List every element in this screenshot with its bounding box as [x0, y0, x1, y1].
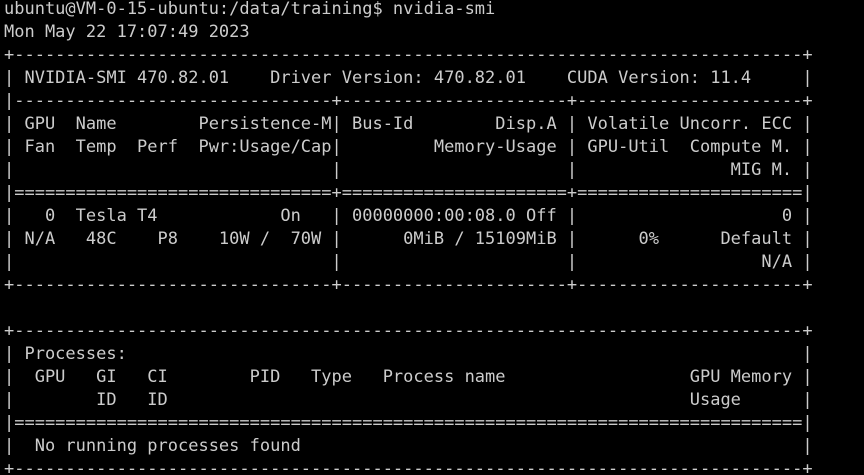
gpu-table-bottom: +-------------------------------+-------…	[4, 275, 813, 295]
timestamp-line: Mon May 22 17:07:49 2023	[4, 22, 250, 42]
processes-title: | Processes: |	[4, 344, 813, 364]
gpu-header-separator: |===============================+=======…	[4, 183, 813, 203]
no-processes-message: | No running processes found |	[4, 436, 813, 456]
processes-border-bottom: +---------------------------------------…	[4, 459, 813, 473]
table-divider: |-------------------------------+-------…	[4, 91, 813, 111]
gpu-header-row-2: | Fan Temp Perf Pwr:Usage/Cap| Memory-Us…	[4, 137, 813, 157]
processes-border-top: +---------------------------------------…	[4, 321, 813, 341]
gpu-header-row-3: | | | MIG M. |	[4, 160, 813, 180]
table-border-top: +---------------------------------------…	[4, 45, 813, 65]
processes-header-row-2: | ID ID Usage |	[4, 390, 813, 410]
version-info-line: | NVIDIA-SMI 470.82.01 Driver Version: 4…	[4, 68, 813, 88]
processes-header-separator: |=======================================…	[4, 413, 813, 433]
terminal-window[interactable]: ubuntu@VM-0-15-ubuntu:/data/training$ nv…	[0, 0, 864, 473]
gpu-row-2: | N/A 48C P8 10W / 70W | 0MiB / 15109MiB…	[4, 229, 813, 249]
gpu-row-3: | | | N/A |	[4, 252, 813, 272]
command-prompt-line: ubuntu@VM-0-15-ubuntu:/data/training$ nv…	[4, 0, 496, 19]
processes-header-row-1: | GPU GI CI PID Type Process name GPU Me…	[4, 367, 813, 387]
gpu-row-1: | 0 Tesla T4 On | 00000000:00:08.0 Off |…	[4, 206, 813, 226]
gpu-header-row-1: | GPU Name Persistence-M| Bus-Id Disp.A …	[4, 114, 813, 134]
